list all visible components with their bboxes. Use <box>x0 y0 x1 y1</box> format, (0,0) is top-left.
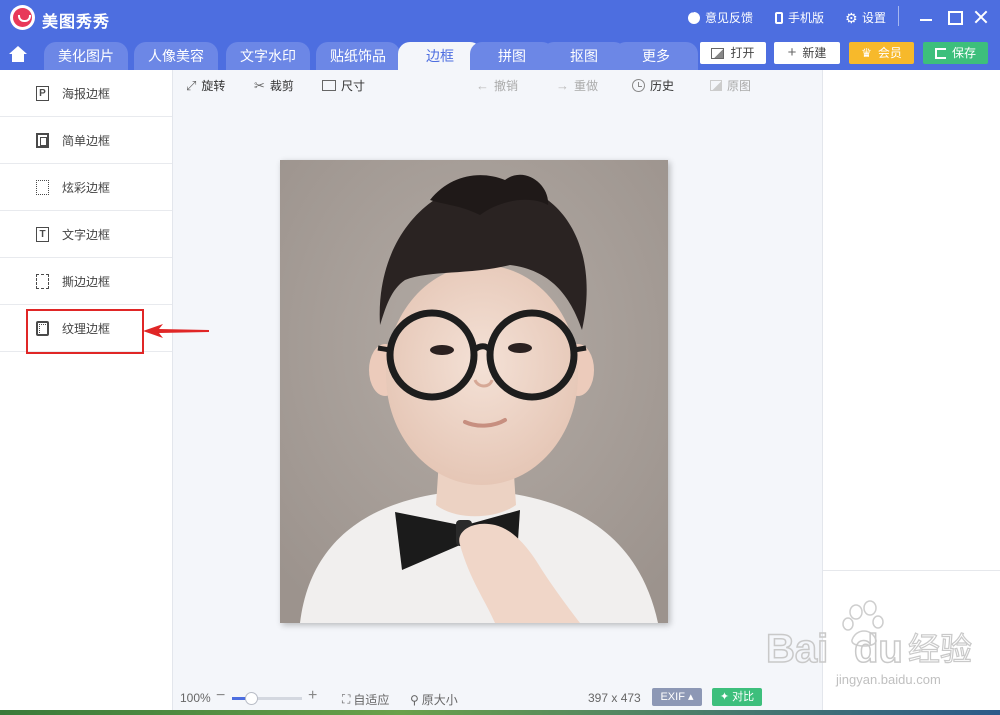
edit-toolbar: ⤢ 旋转 ✂ 裁剪 尺寸 ← 撤销 → 重做 历史 原图 <box>174 70 822 100</box>
colorful-frame-icon <box>36 179 49 195</box>
tab-stickers[interactable]: 贴纸饰品 <box>316 42 400 70</box>
original-image-icon <box>710 80 722 91</box>
fit-to-window-button[interactable]: ⛶ 自适应 <box>342 691 389 708</box>
rotate-icon: ⤢ <box>186 78 197 93</box>
history-button[interactable]: 历史 <box>632 77 674 94</box>
baidu-jingyan-watermark: Bai du 经验 jingyan.baidu.com <box>765 600 973 687</box>
tab-beautify[interactable]: 美化图片 <box>44 42 128 70</box>
crop-button[interactable]: ✂ 裁剪 <box>254 77 294 94</box>
scissors-icon: ✂ <box>254 78 265 93</box>
exif-button[interactable]: EXIF ▴ <box>652 688 702 706</box>
simple-frame-icon <box>36 132 49 148</box>
compare-button[interactable]: ✦ 对比 <box>712 688 762 706</box>
actual-size-button[interactable]: ⚲ 原大小 <box>410 691 458 708</box>
plus-icon: + <box>787 44 797 61</box>
zoom-level: 100% <box>180 691 211 705</box>
app-title: 美图秀秀 <box>42 14 111 31</box>
rotate-button[interactable]: ⤢ 旋转 <box>186 77 225 94</box>
poster-frame-icon: P <box>36 85 49 101</box>
title-bar: 美图秀秀 意见反馈 手机版 ⚙ 设置 <box>0 0 1000 34</box>
new-button[interactable]: + 新建 <box>774 42 840 64</box>
chat-bubble-icon <box>688 9 700 24</box>
annotation-arrow-icon <box>143 324 209 338</box>
zoom-slider-handle[interactable] <box>245 692 258 705</box>
image-dimensions: 397 x 473 <box>588 691 641 705</box>
tab-more[interactable]: 更多 <box>614 42 698 70</box>
sidebar-item-colorful-frame[interactable]: 炫彩边框 <box>0 164 172 211</box>
original-image-button[interactable]: 原图 <box>710 77 751 94</box>
settings-link[interactable]: ⚙ 设置 <box>845 9 886 26</box>
taskbar-edge <box>0 710 1000 715</box>
undo-button[interactable]: ← 撤销 <box>476 77 518 94</box>
frame-category-sidebar: P 海报边框 简单边框 炫彩边框 T 文字边框 撕边边框 纹理边框 <box>0 70 173 715</box>
sidebar-item-poster-frame[interactable]: P 海报边框 <box>0 70 172 117</box>
compare-sparkle-icon: ✦ <box>719 691 733 703</box>
svg-text:Bai: Bai <box>766 627 828 671</box>
feedback-link[interactable]: 意见反馈 <box>688 9 753 26</box>
vip-button[interactable]: ♛ 会员 <box>849 42 914 64</box>
canvas-photo[interactable] <box>280 160 668 623</box>
sidebar-item-text-frame[interactable]: T 文字边框 <box>0 211 172 258</box>
svg-text:jingyan.baidu.com: jingyan.baidu.com <box>835 672 941 687</box>
panel-divider <box>823 570 1000 571</box>
fit-window-icon: ⛶ <box>342 692 351 706</box>
zoom-slider[interactable] <box>232 692 302 705</box>
size-icon <box>322 80 336 91</box>
tab-portrait[interactable]: 人像美容 <box>134 42 218 70</box>
crown-icon: ♛ <box>861 46 872 60</box>
size-button[interactable]: 尺寸 <box>322 77 365 94</box>
caret-up-icon: ▴ <box>687 691 694 703</box>
image-icon <box>711 47 725 59</box>
redo-button[interactable]: → 重做 <box>556 77 598 94</box>
save-button[interactable]: 保存 <box>923 42 988 64</box>
home-icon[interactable] <box>4 42 32 70</box>
annotation-highlight-box <box>26 309 144 354</box>
clock-icon <box>632 79 645 92</box>
phone-icon <box>775 11 783 24</box>
sidebar-item-torn-frame[interactable]: 撕边边框 <box>0 258 172 305</box>
text-frame-icon: T <box>36 226 49 242</box>
maximize-button[interactable] <box>943 6 965 28</box>
export-icon <box>934 47 946 59</box>
app-logo-icon <box>10 5 35 30</box>
sidebar-item-simple-frame[interactable]: 简单边框 <box>0 117 172 164</box>
minimize-button[interactable] <box>915 6 937 28</box>
svg-text:经验: 经验 <box>908 630 972 668</box>
svg-text:du: du <box>854 627 903 671</box>
boy-portrait-image <box>280 160 668 623</box>
titlebar-divider <box>898 6 899 26</box>
undo-arrow-icon: ← <box>476 78 489 93</box>
main-tab-bar: 美化图片 人像美容 文字水印 贴纸饰品 边框 拼图 抠图 更多 打开 + 新建 … <box>0 34 1000 70</box>
tab-text-watermark[interactable]: 文字水印 <box>226 42 310 70</box>
open-button[interactable]: 打开 <box>700 42 766 64</box>
mobile-version-link[interactable]: 手机版 <box>775 9 824 26</box>
gear-icon: ⚙ <box>845 9 858 26</box>
redo-arrow-icon: → <box>556 78 569 93</box>
magnifier-icon: ⚲ <box>410 692 419 707</box>
zoom-out-button[interactable]: − <box>216 687 225 705</box>
close-button[interactable] <box>970 6 992 28</box>
zoom-in-button[interactable]: + <box>308 687 317 705</box>
status-bar: 100% − + ⛶ 自适应 ⚲ 原大小 397 x 473 EXIF ▴ ✦ … <box>174 686 822 710</box>
torn-frame-icon <box>36 273 49 289</box>
